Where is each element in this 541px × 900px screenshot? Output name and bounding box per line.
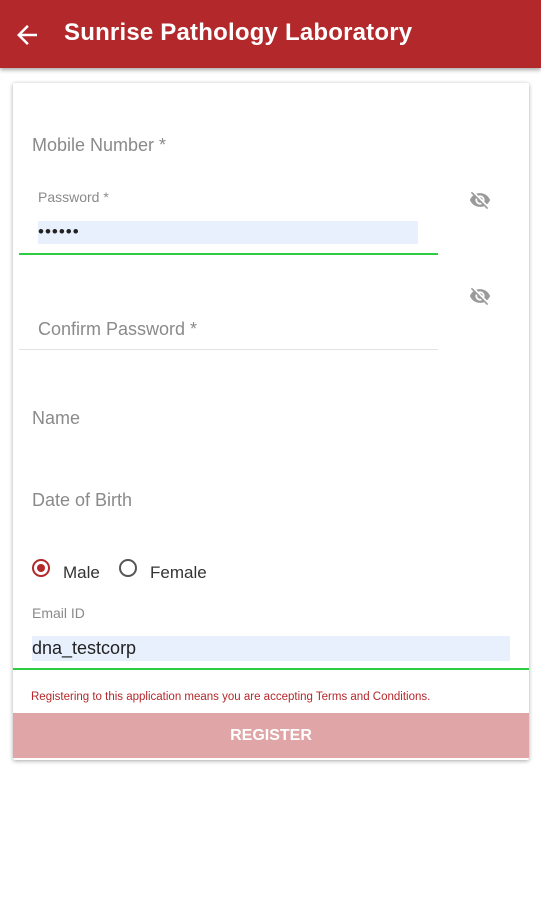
mobile-number-field[interactable]: Mobile Number * <box>32 135 166 156</box>
confirm-password-underline <box>19 349 438 350</box>
radio-selected-dot <box>37 564 45 572</box>
password-label: Password * <box>38 189 109 205</box>
date-of-birth-field[interactable]: Date of Birth <box>32 490 132 511</box>
terms-text[interactable]: Registering to this application means yo… <box>31 691 430 703</box>
email-underline <box>13 668 529 670</box>
male-radio[interactable] <box>32 559 50 577</box>
password-value: •••••• <box>38 222 80 241</box>
password-field[interactable]: •••••• <box>38 221 418 244</box>
confirm-password-field[interactable]: Confirm Password * <box>38 319 197 340</box>
email-value: dna_testcorp <box>32 638 137 658</box>
email-field[interactable]: dna_testcorp <box>32 636 510 661</box>
page-title: Sunrise Pathology Laboratory <box>64 19 413 46</box>
app-bar: Sunrise Pathology Laboratory <box>0 0 541 68</box>
arrow-left-icon[interactable] <box>12 20 42 50</box>
registration-form-card: Mobile Number * Password * •••••• Confir… <box>13 83 529 760</box>
name-field[interactable]: Name <box>32 408 80 429</box>
female-radio[interactable] <box>119 559 137 577</box>
male-label[interactable]: Male <box>63 563 100 583</box>
eye-off-icon[interactable] <box>469 285 491 307</box>
password-underline <box>19 253 438 255</box>
eye-off-icon[interactable] <box>469 189 491 211</box>
female-label[interactable]: Female <box>150 563 207 583</box>
email-label: Email ID <box>32 605 85 621</box>
register-button[interactable]: REGISTER <box>13 713 529 758</box>
